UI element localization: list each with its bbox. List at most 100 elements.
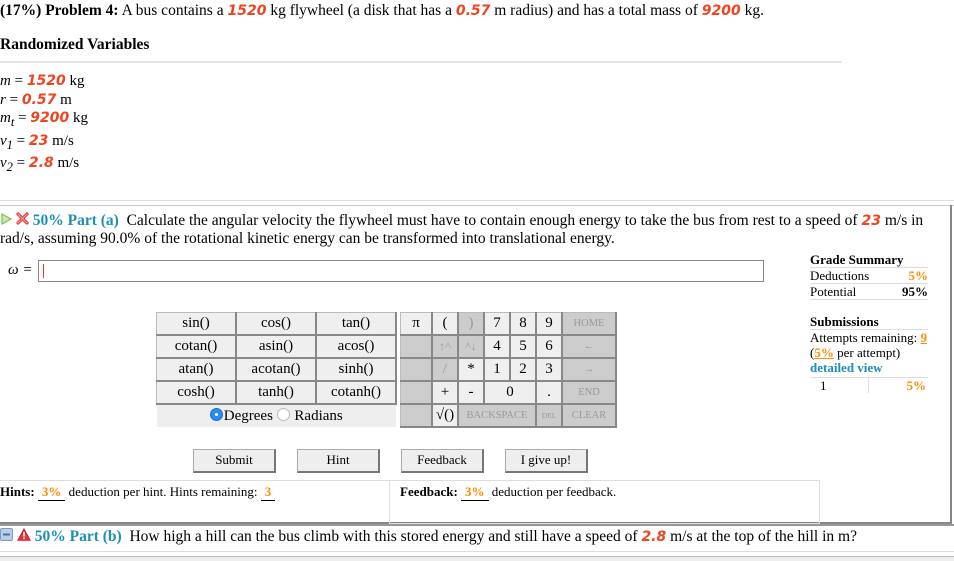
radius-value: 0.57	[455, 3, 491, 19]
divider	[0, 200, 954, 201]
superscript-up-button[interactable]: ↑^	[431, 334, 459, 359]
digit-0-button[interactable]: 0	[483, 380, 537, 405]
variable-row: r = 0.57 m	[0, 91, 72, 108]
cos-button[interactable]: cos()	[235, 312, 317, 336]
submissions-heading: Submissions	[810, 314, 928, 330]
divide-button[interactable]: /	[431, 357, 459, 382]
deductions-row: Deductions 5%	[810, 268, 928, 284]
variable-value: 2.8	[28, 155, 54, 171]
digit-6-button[interactable]: 6	[535, 334, 563, 359]
feedback-info: Feedback: 3% deduction per feedback.	[390, 480, 820, 524]
problem-weight: (17%)	[0, 2, 42, 19]
question-text: Calculate the angular velocity the flywh…	[126, 212, 858, 229]
detailed-view-link[interactable]: detailed view	[810, 360, 928, 375]
function-keypad: sin() cos() tan() cotan() asin() acos() …	[156, 312, 397, 427]
part-b-percent: 50%	[34, 528, 66, 545]
degrees-label[interactable]: Degrees	[224, 408, 273, 424]
submit-button[interactable]: Submit	[193, 449, 276, 473]
collapse-box-icon[interactable]	[0, 528, 13, 546]
digit-2-button[interactable]: 2	[509, 357, 537, 382]
divider	[0, 205, 954, 206]
divider	[0, 524, 954, 526]
problem-text: kg.	[744, 2, 764, 19]
potential-label: Potential	[810, 284, 857, 299]
open-paren-button[interactable]: (	[431, 312, 459, 336]
cotan-button[interactable]: cotan()	[156, 334, 237, 359]
empty-key	[400, 403, 433, 428]
empty-key	[400, 334, 433, 359]
sqrt-button[interactable]: √()	[431, 403, 459, 428]
part-a-label: Part (a)	[67, 212, 119, 229]
left-arrow-button[interactable]: ←	[561, 334, 617, 359]
per-attempt-text: per attempt)	[837, 345, 901, 360]
end-button[interactable]: END	[561, 380, 617, 405]
tan-button[interactable]: tan()	[315, 312, 397, 336]
degrees-radio[interactable]	[209, 407, 223, 421]
delete-button[interactable]: DEL	[535, 403, 563, 428]
hint-button[interactable]: Hint	[297, 449, 380, 473]
backspace-button[interactable]: BACKSPACE	[457, 403, 537, 428]
hints-text: deduction per hint. Hints remaining:	[68, 484, 258, 499]
variable-value: 1520	[26, 73, 66, 89]
feedback-deduction: 3%	[461, 484, 489, 501]
variable-symbol: v	[0, 132, 7, 149]
potential-row: Potential 95%	[810, 284, 928, 300]
give-up-button[interactable]: I give up!	[505, 449, 588, 473]
feedback-button[interactable]: Feedback	[401, 449, 484, 473]
tanh-button[interactable]: tanh()	[235, 380, 317, 405]
digit-4-button[interactable]: 4	[483, 334, 511, 359]
home-button[interactable]: HOME	[561, 312, 617, 336]
decimal-point-button[interactable]: .	[535, 380, 563, 405]
right-arrow-button[interactable]: →	[561, 357, 617, 382]
expand-arrow-icon[interactable]	[0, 212, 13, 230]
digit-7-button[interactable]: 7	[483, 312, 511, 336]
radians-radio[interactable]	[276, 407, 290, 421]
empty-key	[400, 380, 433, 405]
acotan-button[interactable]: acotan()	[235, 357, 317, 382]
numeric-keypad: π ( ) 7 8 9 HOME ↑^ ^↓ 4 5 6 ← / * 1 2 3…	[400, 312, 617, 428]
variable-row: v1 = 23 m/s	[0, 132, 74, 152]
attempts-value: 9	[920, 330, 927, 345]
divider	[0, 556, 954, 561]
minus-button[interactable]: -	[457, 380, 485, 405]
plus-button[interactable]: +	[431, 380, 459, 405]
sin-button[interactable]: sin()	[156, 312, 237, 336]
attempt-number: 1	[820, 378, 827, 393]
hints-label: Hints:	[0, 484, 35, 499]
superscript-down-button[interactable]: ^↓	[457, 334, 485, 359]
grade-summary-heading: Grade Summary	[810, 252, 928, 268]
deductions-value: 5%	[908, 268, 929, 283]
digit-1-button[interactable]: 1	[483, 357, 511, 382]
part-b-label: Part (b)	[69, 528, 122, 545]
answer-label: ω =	[8, 262, 33, 278]
problem-text: A bus contains a	[121, 2, 224, 19]
answer-input[interactable]	[38, 260, 764, 282]
asin-button[interactable]: asin()	[235, 334, 317, 359]
attempts-remaining: Attempts remaining: 9	[810, 330, 928, 345]
digit-9-button[interactable]: 9	[535, 312, 563, 336]
variable-list: m = 1520 kg r = 0.57 m mt = 9200 kg v1 =…	[0, 72, 88, 177]
atan-button[interactable]: atan()	[156, 357, 237, 382]
variable-unit: kg	[73, 110, 89, 126]
hints-remaining: 3	[260, 484, 276, 501]
acos-button[interactable]: acos()	[315, 334, 397, 359]
clear-button[interactable]: CLEAR	[561, 403, 617, 428]
sinh-button[interactable]: sinh()	[315, 357, 397, 382]
problem-text: kg flywheel (a disk that has a	[270, 2, 452, 19]
attempt-deduction: 5%	[867, 378, 929, 393]
variable-subscript: 2	[6, 160, 13, 174]
variable-subscript: t	[10, 115, 15, 129]
digit-3-button[interactable]: 3	[535, 357, 563, 382]
digit-5-button[interactable]: 5	[509, 334, 537, 359]
radians-label[interactable]: Radians	[294, 408, 342, 424]
question-text: m/s at the top of the hill in m?	[670, 528, 857, 545]
part-a-percent: 50%	[32, 212, 64, 229]
problem-statement: (17%) Problem 4: A bus contains a 1520 k…	[0, 2, 764, 20]
divider	[0, 61, 842, 63]
cotanh-button[interactable]: cotanh()	[315, 380, 397, 405]
digit-8-button[interactable]: 8	[509, 312, 537, 336]
pi-button[interactable]: π	[400, 312, 433, 336]
close-paren-button[interactable]: )	[457, 312, 485, 336]
cosh-button[interactable]: cosh()	[156, 380, 237, 405]
multiply-button[interactable]: *	[457, 357, 485, 382]
